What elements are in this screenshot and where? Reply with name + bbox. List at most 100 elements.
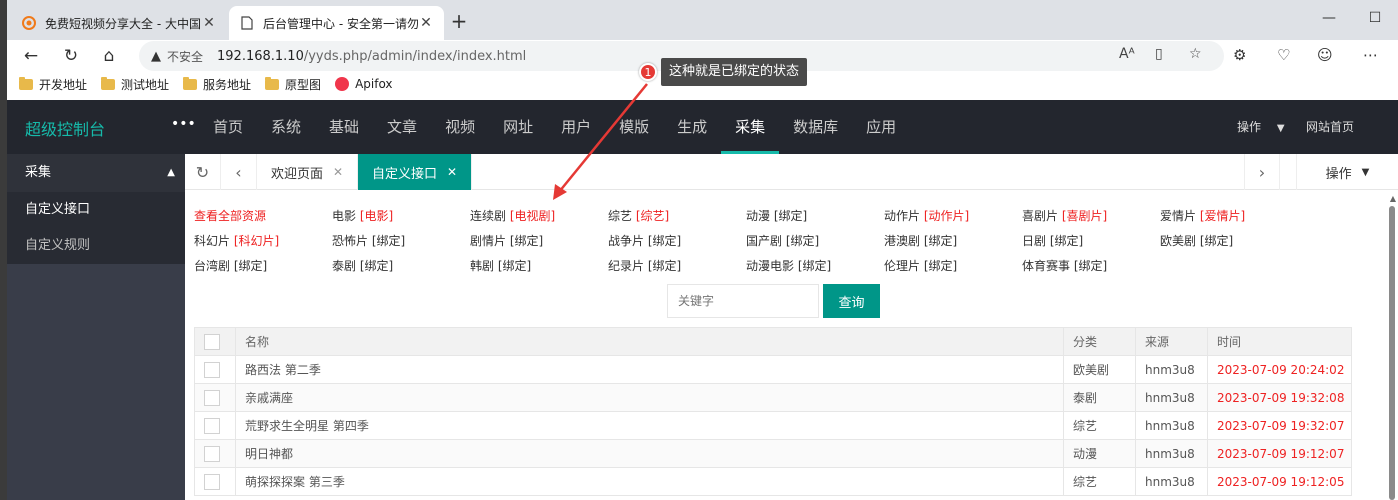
category-item[interactable]: 综艺 [综艺] bbox=[608, 207, 746, 224]
category-item[interactable]: 纪录片 [绑定] bbox=[608, 257, 746, 274]
caret-down-icon: ▼ bbox=[1276, 123, 1285, 134]
menu-item-active[interactable]: 采集 bbox=[721, 100, 780, 154]
category-item[interactable]: 喜剧片 [喜剧片] bbox=[1022, 207, 1160, 224]
more-menu-icon[interactable]: ⋯ bbox=[1363, 46, 1378, 64]
category-item[interactable]: 战争片 [绑定] bbox=[608, 232, 746, 249]
tabs-operate-dropdown[interactable]: 操作 ▼ bbox=[1296, 154, 1398, 190]
category-item[interactable]: 动漫 [绑定] bbox=[746, 207, 884, 224]
browser-tab-title: 免费短视频分享大全 - 大中国 bbox=[45, 16, 201, 31]
category-item[interactable]: 连续剧 [电视剧] bbox=[470, 207, 608, 224]
scroll-up-icon[interactable]: ▲ bbox=[1390, 194, 1396, 203]
category-item[interactable]: 日剧 [绑定] bbox=[1022, 232, 1160, 249]
menu-item[interactable]: 文章 bbox=[373, 100, 431, 154]
browser-tab-2[interactable]: 后台管理中心 - 安全第一请勿泄露 ✕ bbox=[229, 6, 444, 40]
row-source: hnm3u8 bbox=[1135, 411, 1208, 440]
sidebar-section-collect[interactable]: 采集 ▲ bbox=[7, 154, 185, 192]
header-source: 来源 bbox=[1135, 327, 1208, 356]
row-time: 2023-07-09 19:12:07 bbox=[1207, 439, 1352, 468]
extensions-icon[interactable]: ⚙ bbox=[1233, 46, 1246, 64]
caret-up-icon: ▲ bbox=[167, 167, 175, 178]
tab-next-icon[interactable]: › bbox=[1244, 154, 1280, 190]
tab-welcome[interactable]: 欢迎页面 ✕ bbox=[257, 154, 359, 190]
header-category: 分类 bbox=[1063, 327, 1136, 356]
menu-item[interactable]: 用户 bbox=[547, 100, 605, 154]
profile-icon[interactable]: ☺ bbox=[1317, 46, 1333, 64]
health-icon[interactable]: ♡ bbox=[1277, 46, 1290, 64]
menu-item[interactable]: 生成 bbox=[663, 100, 721, 154]
admin-logo[interactable]: 超级控制台 bbox=[25, 116, 105, 140]
category-item[interactable]: 泰剧 [绑定] bbox=[332, 257, 470, 274]
menu-toggle-icon[interactable]: ••• bbox=[171, 116, 196, 132]
category-item[interactable]: 国产剧 [绑定] bbox=[746, 232, 884, 249]
category-item[interactable]: 伦理片 [绑定] bbox=[884, 257, 1022, 274]
menu-item[interactable]: 数据库 bbox=[779, 100, 852, 154]
category-item[interactable]: 台湾剧 [绑定] bbox=[194, 257, 332, 274]
page-favicon-icon bbox=[239, 15, 255, 31]
category-item[interactable]: 电影 [电影] bbox=[332, 207, 470, 224]
menu-item[interactable]: 首页 bbox=[199, 100, 257, 154]
favorite-star-icon[interactable]: ☆ bbox=[1189, 46, 1202, 62]
category-item[interactable]: 剧情片 [绑定] bbox=[470, 232, 608, 249]
bookmark-apifox[interactable]: Apifox bbox=[335, 77, 393, 91]
category-item[interactable]: 欧美剧 [绑定] bbox=[1160, 232, 1298, 249]
row-checkbox[interactable] bbox=[204, 445, 220, 462]
category-item[interactable]: 港澳剧 [绑定] bbox=[884, 232, 1022, 249]
scrollbar-thumb[interactable] bbox=[1389, 206, 1395, 500]
url-path: /yyds.php/admin/index/index.html bbox=[303, 48, 527, 64]
row-name: 路西法 第二季 bbox=[235, 355, 1064, 384]
select-all-checkbox[interactable] bbox=[204, 333, 220, 350]
close-tab-icon[interactable]: ✕ bbox=[201, 15, 217, 31]
home-button[interactable]: ⌂ bbox=[95, 43, 123, 69]
site-home-link[interactable]: 网站首页 bbox=[1306, 100, 1354, 154]
keyword-search-input[interactable] bbox=[667, 284, 819, 318]
close-icon[interactable]: ✕ bbox=[333, 165, 343, 179]
row-name: 荒野求生全明星 第四季 bbox=[235, 411, 1064, 440]
bookmark-service[interactable]: 服务地址 bbox=[183, 76, 251, 93]
menu-item[interactable]: 应用 bbox=[852, 100, 910, 154]
browser-tab-1[interactable]: 免费短视频分享大全 - 大中国 ✕ bbox=[11, 6, 227, 40]
category-all[interactable]: 查看全部资源 bbox=[194, 207, 332, 224]
row-checkbox[interactable] bbox=[204, 361, 220, 378]
folder-icon bbox=[265, 76, 280, 90]
row-checkbox[interactable] bbox=[204, 417, 220, 434]
restore-button[interactable]: ☐ bbox=[1352, 0, 1398, 36]
tab-prev-icon[interactable]: ‹ bbox=[221, 154, 257, 190]
browser-tab-title: 后台管理中心 - 安全第一请勿泄露 bbox=[263, 16, 418, 31]
category-item[interactable]: 爱情片 [爱情片] bbox=[1160, 207, 1298, 224]
category-item[interactable]: 恐怖片 [绑定] bbox=[332, 232, 470, 249]
close-tab-icon[interactable]: ✕ bbox=[418, 15, 434, 31]
refresh-icon[interactable]: ↻ bbox=[185, 154, 221, 190]
menu-item[interactable]: 基础 bbox=[315, 100, 373, 154]
row-checkbox[interactable] bbox=[204, 389, 220, 406]
minimize-button[interactable]: — bbox=[1306, 0, 1352, 36]
row-checkbox[interactable] bbox=[204, 473, 220, 490]
category-item[interactable]: 体育赛事 [绑定] bbox=[1022, 257, 1160, 274]
reload-button[interactable]: ↻ bbox=[57, 43, 85, 69]
tab-custom-api[interactable]: 自定义接口 ✕ bbox=[358, 154, 473, 190]
sidebar-item-custom-api[interactable]: 自定义接口 bbox=[7, 192, 185, 228]
category-item[interactable]: 动作片 [动作片] bbox=[884, 207, 1022, 224]
sidebar-item-custom-rule[interactable]: 自定义规则 bbox=[7, 228, 185, 264]
header-operate-dropdown[interactable]: 操作 ▼ bbox=[1237, 100, 1285, 154]
menu-item[interactable]: 网址 bbox=[489, 100, 547, 154]
read-aloud-icon[interactable]: Aᴬ bbox=[1119, 46, 1135, 62]
category-item[interactable]: 科幻片 [科幻片] bbox=[194, 232, 332, 249]
category-item[interactable]: 动漫电影 [绑定] bbox=[746, 257, 884, 274]
category-item[interactable]: 韩剧 [绑定] bbox=[470, 257, 608, 274]
search-button[interactable]: 查询 bbox=[823, 284, 880, 318]
folder-icon bbox=[101, 76, 116, 90]
bookmark-prototype[interactable]: 原型图 bbox=[265, 76, 321, 93]
menu-item[interactable]: 视频 bbox=[431, 100, 489, 154]
back-button[interactable]: ← bbox=[17, 43, 45, 69]
close-icon[interactable]: ✕ bbox=[447, 165, 457, 179]
split-screen-icon[interactable]: ▯ bbox=[1155, 46, 1163, 62]
new-tab-button[interactable]: + bbox=[447, 10, 471, 34]
apifox-icon bbox=[335, 77, 350, 91]
bookmark-test[interactable]: 测试地址 bbox=[101, 76, 169, 93]
table-row: 路西法 第二季 欧美剧 hnm3u8 2023-07-09 20:24:02 bbox=[194, 355, 1352, 384]
menu-item[interactable]: 系统 bbox=[257, 100, 315, 154]
menu-item[interactable]: 模版 bbox=[605, 100, 663, 154]
bookmark-dev[interactable]: 开发地址 bbox=[19, 76, 87, 93]
row-source: hnm3u8 bbox=[1135, 383, 1208, 412]
row-category: 欧美剧 bbox=[1063, 355, 1136, 384]
